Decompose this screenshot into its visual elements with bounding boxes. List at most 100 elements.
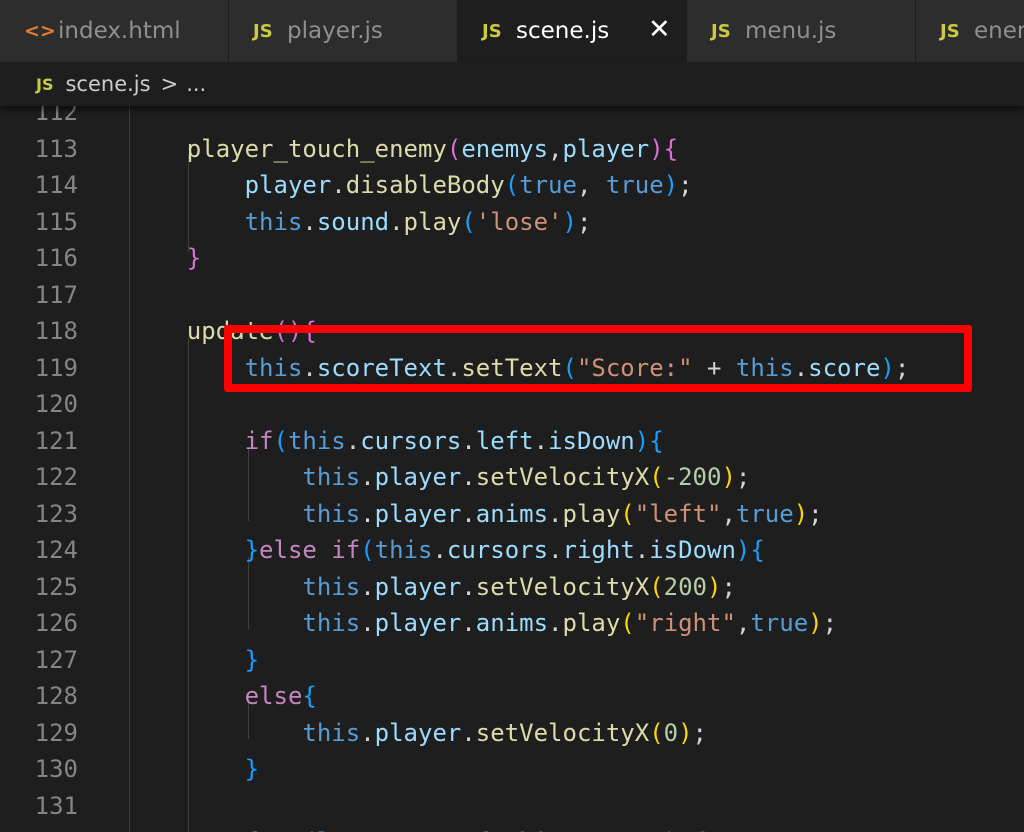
- tab-player-js[interactable]: JS player.js: [229, 0, 458, 62]
- line-number: 119: [34, 353, 78, 382]
- code-text: player_touch_enemy(enemys,player){: [129, 131, 678, 168]
- code-line[interactable]: 132 for (let enemy of this.enemys) {: [0, 824, 1024, 832]
- code-text: }: [129, 751, 259, 788]
- code-line[interactable]: 117: [0, 277, 1024, 314]
- code-editor[interactable]: 112 113 player_touch_enemy(enemys,player)…: [0, 106, 1024, 832]
- code-token: "left": [634, 499, 722, 528]
- code-token: enemys: [577, 828, 664, 832]
- code-token: {: [663, 134, 679, 163]
- code-editor-window: <> index.html JS player.js JS scene.js ✕…: [0, 0, 1024, 832]
- code-token: enemys: [461, 134, 549, 163]
- code-token: (: [649, 718, 664, 747]
- code-line[interactable]: 114 player.disableBody(true, true);: [0, 167, 1024, 204]
- code-line[interactable]: 121 if(this.cursors.left.isDown){: [0, 423, 1024, 460]
- code-token: player_touch_enemy: [186, 134, 447, 163]
- close-icon[interactable]: ✕: [648, 14, 671, 45]
- code-token: this: [302, 463, 361, 491]
- code-token: this: [302, 718, 361, 747]
- breadcrumb: JS scene.js > ...: [0, 62, 1024, 106]
- code-token: .: [548, 609, 563, 637]
- code-text: for (let enemy of this.enemys) {: [129, 824, 707, 832]
- code-token: ): [808, 609, 823, 637]
- line-number: 126: [34, 609, 78, 637]
- code-line[interactable]: 123 this.player.anims.play("left",true);: [0, 496, 1024, 533]
- code-token: ;: [692, 718, 707, 747]
- code-line[interactable]: 128 else{: [0, 678, 1024, 715]
- line-number: 113: [34, 134, 78, 163]
- code-token: .: [548, 499, 563, 528]
- line-number: 121: [34, 426, 78, 455]
- line-number: 120: [34, 390, 78, 418]
- code-token: for: [245, 828, 288, 832]
- code-token: 0: [663, 718, 679, 747]
- breadcrumb-separator: >: [160, 72, 179, 96]
- code-text: player.disableBody(true, true);: [129, 167, 693, 204]
- code-token: isDown: [548, 426, 635, 455]
- breadcrumb-symbols[interactable]: ...: [186, 72, 206, 96]
- code-token: .: [461, 426, 476, 455]
- code-token: }: [244, 536, 260, 564]
- html-file-icon: <>: [24, 20, 56, 42]
- code-line[interactable]: 125 this.player.setVelocityX(200);: [0, 569, 1024, 606]
- code-line[interactable]: 122 this.player.setVelocityX(-200);: [0, 459, 1024, 496]
- code-token: (: [446, 134, 462, 163]
- code-token: (: [461, 207, 476, 236]
- breadcrumb-file[interactable]: scene.js: [65, 72, 150, 96]
- code-token: of: [461, 828, 490, 832]
- code-line[interactable]: 113 player_touch_enemy(enemys,player){: [0, 131, 1024, 168]
- line-number: 122: [34, 463, 78, 491]
- code-token: .: [360, 499, 375, 528]
- tab-index-html[interactable]: <> index.html: [0, 0, 229, 62]
- code-token: ): [678, 718, 693, 747]
- code-token: .: [461, 463, 476, 491]
- code-line[interactable]: 115 this.sound.play('lose');: [0, 204, 1024, 241]
- code-token: 200: [663, 572, 707, 601]
- code-token: .: [461, 609, 476, 637]
- code-token: .: [345, 426, 361, 455]
- code-line[interactable]: 129 this.player.setVelocityX(0);: [0, 715, 1024, 752]
- code-line[interactable]: 116 }: [0, 240, 1024, 277]
- tab-scene-js[interactable]: JS scene.js ✕: [458, 0, 687, 62]
- code-text: this.player.setVelocityX(0);: [129, 715, 707, 752]
- code-token: sound: [316, 207, 390, 236]
- code-token: }: [186, 244, 202, 272]
- code-line[interactable]: 127 }: [0, 642, 1024, 679]
- code-token: ;: [721, 572, 736, 601]
- code-token: this: [302, 572, 361, 601]
- code-token: if: [331, 536, 361, 564]
- tab-label: menu.js: [745, 18, 837, 44]
- code-token: (: [360, 536, 375, 564]
- code-token: right: [562, 536, 635, 564]
- code-line[interactable]: 131: [0, 788, 1024, 825]
- code-token: isDown: [649, 536, 736, 564]
- code-token: play: [562, 609, 621, 637]
- line-number: 112: [34, 106, 78, 126]
- code-line[interactable]: 124 }else if(this.cursors.right.isDown){: [0, 532, 1024, 569]
- line-number: 132: [0, 824, 78, 832]
- tab-enemy-js[interactable]: JS enemy.js: [916, 0, 1024, 62]
- tab-menu-js[interactable]: JS menu.js: [687, 0, 916, 62]
- code-line[interactable]: 112: [0, 106, 1024, 131]
- line-number: 128: [34, 682, 78, 710]
- code-line[interactable]: 126 this.player.anims.play("right",true)…: [0, 605, 1024, 642]
- code-token: anims: [475, 499, 549, 528]
- code-token: .: [548, 536, 563, 564]
- code-token: cursors: [360, 426, 462, 455]
- code-token: let: [317, 828, 360, 832]
- code-line[interactable]: 130 }: [0, 751, 1024, 788]
- line-number: 124: [34, 536, 78, 564]
- code-token: setVelocityX: [475, 572, 650, 601]
- highlight-annotation-box: [224, 325, 972, 392]
